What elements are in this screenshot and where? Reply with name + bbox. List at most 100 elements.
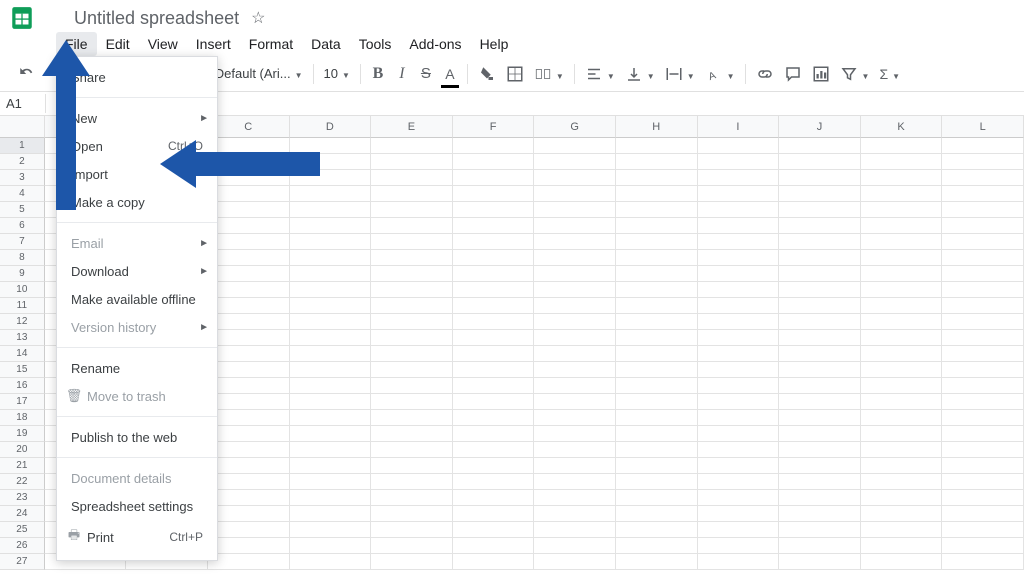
cell[interactable] [698, 282, 780, 298]
cell[interactable] [616, 202, 698, 218]
cell[interactable] [371, 346, 453, 362]
cell[interactable] [453, 554, 535, 570]
cell[interactable] [616, 138, 698, 154]
cell[interactable] [861, 554, 943, 570]
row-header[interactable]: 12 [0, 314, 45, 330]
cell[interactable] [371, 170, 453, 186]
cell[interactable] [616, 314, 698, 330]
cell[interactable] [942, 234, 1024, 250]
cell[interactable] [616, 298, 698, 314]
cell[interactable] [371, 506, 453, 522]
cell[interactable] [779, 154, 861, 170]
menu-help[interactable]: Help [471, 32, 518, 56]
rotate-button[interactable]: A [701, 61, 739, 87]
cell[interactable] [698, 522, 780, 538]
cell[interactable] [779, 490, 861, 506]
cell[interactable] [861, 154, 943, 170]
cell[interactable] [208, 218, 290, 234]
cell[interactable] [942, 394, 1024, 410]
cell[interactable] [371, 554, 453, 570]
cell[interactable] [779, 314, 861, 330]
cell[interactable] [453, 314, 535, 330]
cell[interactable] [290, 266, 372, 282]
cell[interactable] [534, 138, 616, 154]
cell[interactable] [453, 410, 535, 426]
cell[interactable] [942, 426, 1024, 442]
cell[interactable] [453, 474, 535, 490]
menu-data[interactable]: Data [302, 32, 350, 56]
cell[interactable] [453, 186, 535, 202]
cell[interactable] [534, 506, 616, 522]
functions-button[interactable]: Σ [875, 61, 904, 87]
cell[interactable] [453, 138, 535, 154]
comment-button[interactable] [780, 61, 806, 87]
cell[interactable] [861, 346, 943, 362]
cell[interactable] [779, 426, 861, 442]
cell[interactable] [861, 282, 943, 298]
row-header[interactable]: 4 [0, 186, 45, 202]
cell[interactable] [779, 138, 861, 154]
column-header[interactable]: K [861, 116, 943, 138]
cell[interactable] [371, 314, 453, 330]
cell[interactable] [779, 378, 861, 394]
cell[interactable] [942, 250, 1024, 266]
cell[interactable] [534, 186, 616, 202]
cell[interactable] [942, 298, 1024, 314]
menu-edit[interactable]: Edit [97, 32, 139, 56]
cell[interactable] [616, 394, 698, 410]
cell[interactable] [371, 330, 453, 346]
cell[interactable] [371, 362, 453, 378]
file-menu-print[interactable]: 🖶PrintCtrl+P [57, 520, 217, 554]
row-header[interactable]: 18 [0, 410, 45, 426]
cell[interactable] [534, 522, 616, 538]
cell[interactable] [208, 506, 290, 522]
cell[interactable] [534, 250, 616, 266]
cell[interactable] [942, 154, 1024, 170]
cell[interactable] [534, 298, 616, 314]
row-header[interactable]: 23 [0, 490, 45, 506]
cell[interactable] [942, 554, 1024, 570]
cell[interactable] [779, 202, 861, 218]
cell[interactable] [779, 410, 861, 426]
column-header[interactable]: E [371, 116, 453, 138]
cell[interactable] [453, 282, 535, 298]
cell[interactable] [371, 266, 453, 282]
cell[interactable] [616, 218, 698, 234]
cell[interactable] [290, 378, 372, 394]
row-header[interactable]: 15 [0, 362, 45, 378]
cell[interactable] [861, 202, 943, 218]
row-header[interactable]: 11 [0, 298, 45, 314]
cell[interactable] [208, 266, 290, 282]
row-header[interactable]: 1 [0, 138, 45, 154]
cell[interactable] [698, 490, 780, 506]
cell[interactable] [861, 378, 943, 394]
cell[interactable] [208, 442, 290, 458]
cell[interactable] [290, 426, 372, 442]
cell[interactable] [290, 346, 372, 362]
cell[interactable] [534, 410, 616, 426]
cell[interactable] [942, 522, 1024, 538]
cell[interactable] [942, 346, 1024, 362]
cell[interactable] [698, 314, 780, 330]
cell[interactable] [861, 426, 943, 442]
cell[interactable] [208, 554, 290, 570]
cell[interactable] [371, 426, 453, 442]
cell[interactable] [371, 138, 453, 154]
cell[interactable] [779, 170, 861, 186]
cell[interactable] [290, 234, 372, 250]
cell[interactable] [616, 410, 698, 426]
cell[interactable] [290, 314, 372, 330]
cell[interactable] [779, 394, 861, 410]
cell[interactable] [942, 458, 1024, 474]
cell[interactable] [616, 170, 698, 186]
cell[interactable] [861, 538, 943, 554]
row-header[interactable]: 8 [0, 250, 45, 266]
cell[interactable] [290, 458, 372, 474]
halign-button[interactable] [581, 61, 619, 87]
cell[interactable] [371, 458, 453, 474]
row-header[interactable]: 7 [0, 234, 45, 250]
cell[interactable] [779, 282, 861, 298]
row-header[interactable]: 25 [0, 522, 45, 538]
cell[interactable] [453, 218, 535, 234]
cell[interactable] [453, 346, 535, 362]
